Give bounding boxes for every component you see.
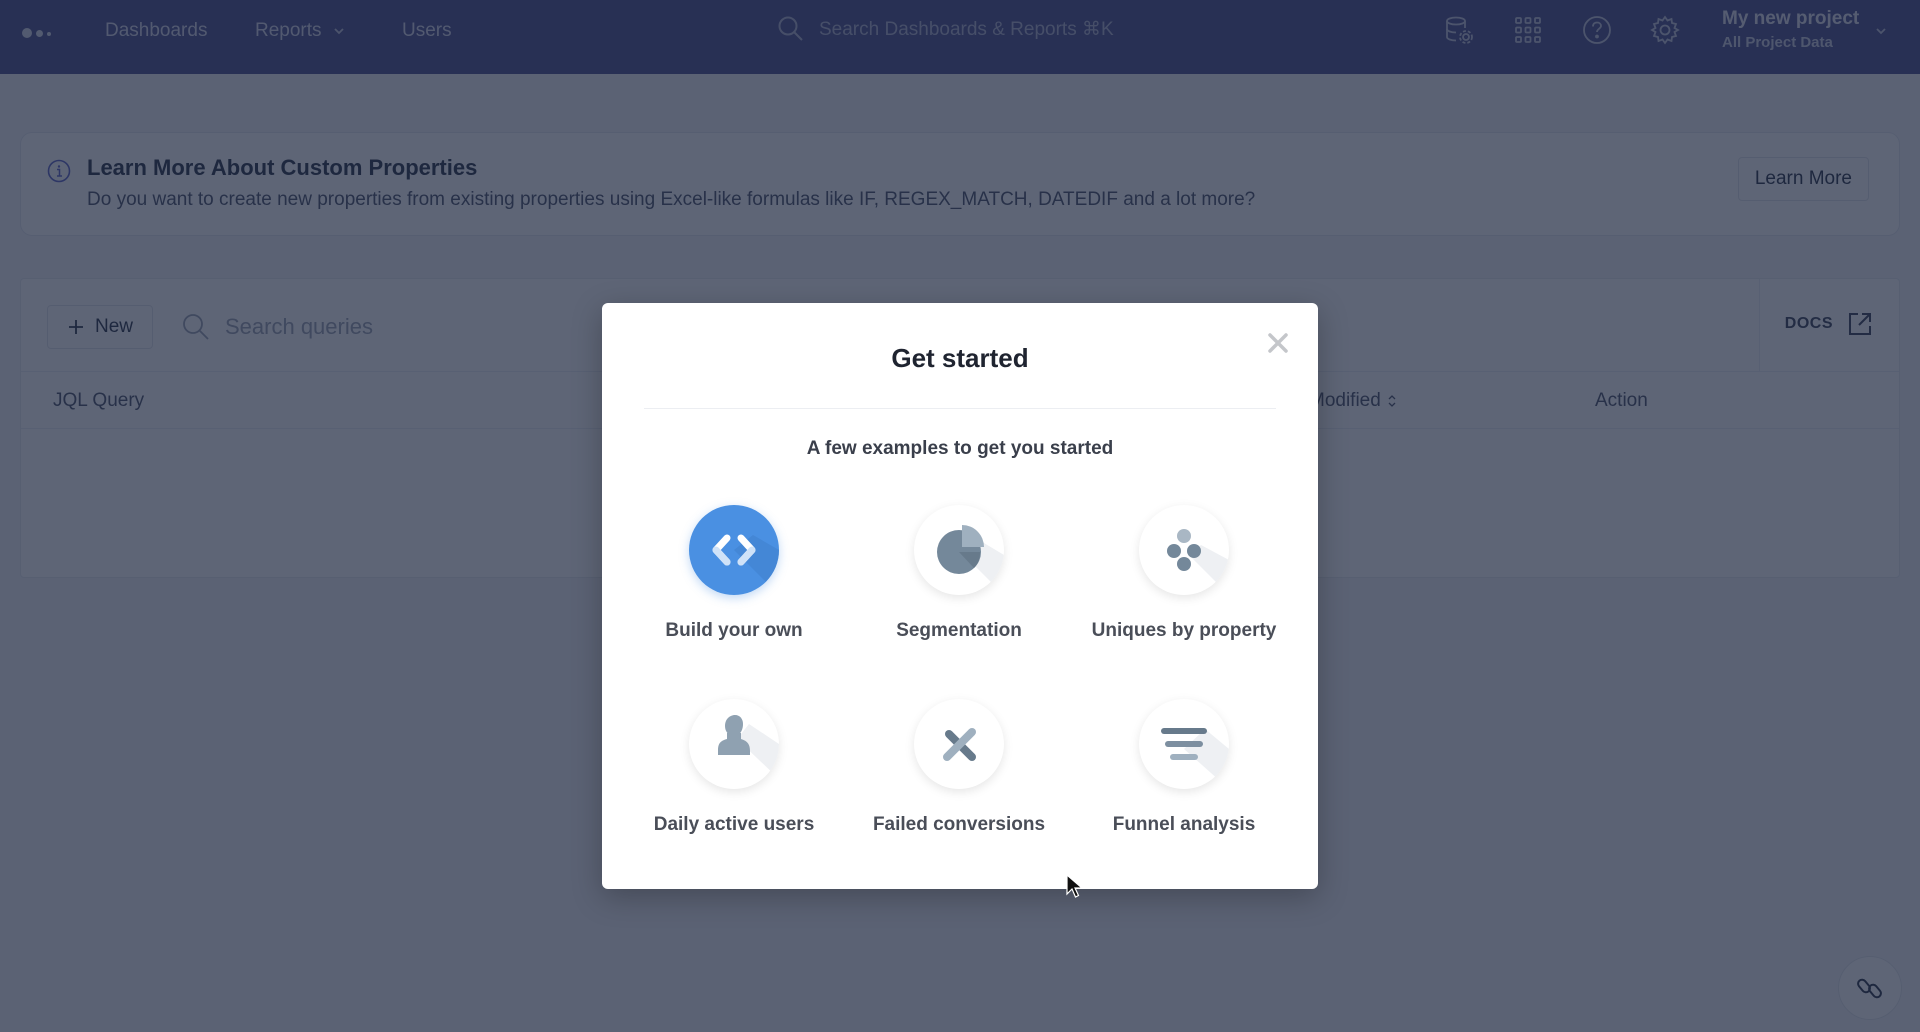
example-uniques-by-property[interactable]: Uniques by property [1074,505,1294,644]
code-brackets-icon [712,534,779,595]
example-label: Failed conversions [872,814,1046,835]
example-icon-circle [689,505,779,595]
example-build-your-own[interactable]: Build your own [624,505,844,644]
example-label: Daily active users [653,814,815,835]
example-icon-circle [689,699,779,789]
example-icon-circle [914,505,1004,595]
example-icon-circle [1139,699,1229,789]
modal-title: Get started [891,343,1029,373]
example-label: Funnel analysis [1112,814,1256,835]
funnel-icon [1161,728,1229,789]
mouse-cursor-icon [1066,874,1084,898]
get-started-modal: Get started A few examples to get you st… [602,303,1318,889]
x-cross-icon [943,728,976,761]
dots-cluster-icon [1167,529,1229,595]
example-icon-circle [914,699,1004,789]
pie-chart-icon [937,525,1004,595]
modal-subtitle: A few examples to get you started [806,438,1114,459]
example-funnel-analysis[interactable]: Funnel analysis [1074,699,1294,838]
example-label: Uniques by property [1091,620,1277,641]
example-icon-circle [1139,505,1229,595]
example-segmentation[interactable]: Segmentation [849,505,1069,644]
modal-divider [644,408,1276,409]
example-daily-active-users[interactable]: Daily active users [624,699,844,838]
example-label: Segmentation [896,620,1022,641]
user-silhouette-icon [718,715,779,779]
example-label: Build your own [665,620,803,641]
example-failed-conversions[interactable]: Failed conversions [849,699,1069,838]
